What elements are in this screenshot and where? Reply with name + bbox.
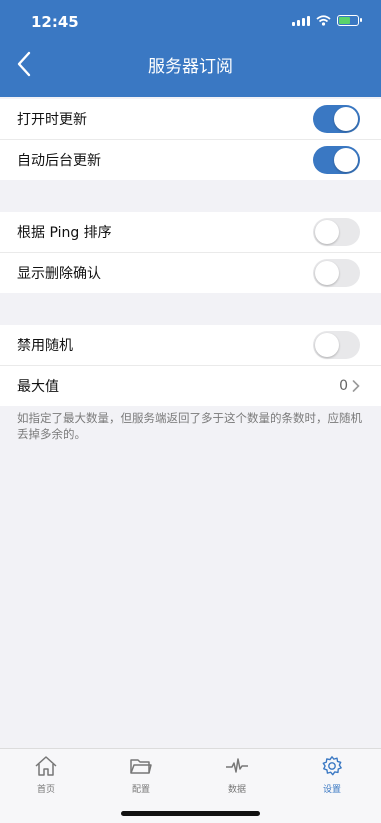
settings-group-update: 打开时更新 自动后台更新 <box>0 99 381 180</box>
setting-label: 禁用随机 <box>17 338 73 354</box>
home-icon <box>35 756 57 776</box>
tab-label: 设置 <box>322 785 341 795</box>
chevron-right-icon <box>352 380 360 392</box>
gear-icon <box>322 756 342 776</box>
update-on-open-toggle[interactable] <box>313 105 360 133</box>
signal-icon <box>292 15 310 26</box>
page-title: 服务器订阅 <box>148 57 233 77</box>
nav-header: 12:45 服务器订阅 <box>0 0 381 97</box>
sort-by-ping-toggle[interactable] <box>313 218 360 246</box>
setting-label: 自动后台更新 <box>17 153 101 169</box>
tab-settings[interactable]: 设置 <box>302 755 362 795</box>
setting-row-sort-by-ping: 根据 Ping 排序 <box>0 212 381 252</box>
settings-group-display: 根据 Ping 排序 显示删除确认 <box>0 212 381 293</box>
tab-data[interactable]: 数据 <box>207 755 267 795</box>
setting-label: 打开时更新 <box>17 112 87 128</box>
tab-label: 配置 <box>131 785 150 795</box>
folder-icon <box>130 759 152 774</box>
setting-row-show-delete-confirm: 显示删除确认 <box>0 252 381 293</box>
home-indicator <box>121 811 260 816</box>
show-delete-confirm-toggle[interactable] <box>313 259 360 287</box>
tab-home[interactable]: 首页 <box>16 755 76 795</box>
status-time: 12:45 <box>31 13 79 31</box>
footnote-text: 如指定了最大数量，但服务端返回了多于这个数量的条数时，应随机丢掉多余的。 <box>17 411 362 441</box>
status-icons <box>292 15 362 26</box>
setting-row-auto-background-update: 自动后台更新 <box>0 139 381 180</box>
wifi-icon <box>316 15 331 26</box>
setting-row-update-on-open: 打开时更新 <box>0 99 381 139</box>
setting-label: 显示删除确认 <box>17 266 101 282</box>
tab-config[interactable]: 配置 <box>111 755 171 795</box>
max-value: 0 <box>339 378 348 394</box>
disable-random-toggle[interactable] <box>313 331 360 359</box>
battery-icon <box>337 15 362 26</box>
setting-row-disable-random: 禁用随机 <box>0 325 381 365</box>
settings-group-random: 禁用随机 最大值 0 <box>0 325 381 406</box>
auto-background-update-toggle[interactable] <box>313 146 360 174</box>
tab-label: 数据 <box>227 785 246 795</box>
setting-label: 最大值 <box>17 379 59 395</box>
setting-label: 根据 Ping 排序 <box>17 225 112 241</box>
pulse-icon <box>226 758 248 773</box>
setting-row-max-value[interactable]: 最大值 0 <box>0 365 381 406</box>
tab-label: 首页 <box>36 785 55 795</box>
